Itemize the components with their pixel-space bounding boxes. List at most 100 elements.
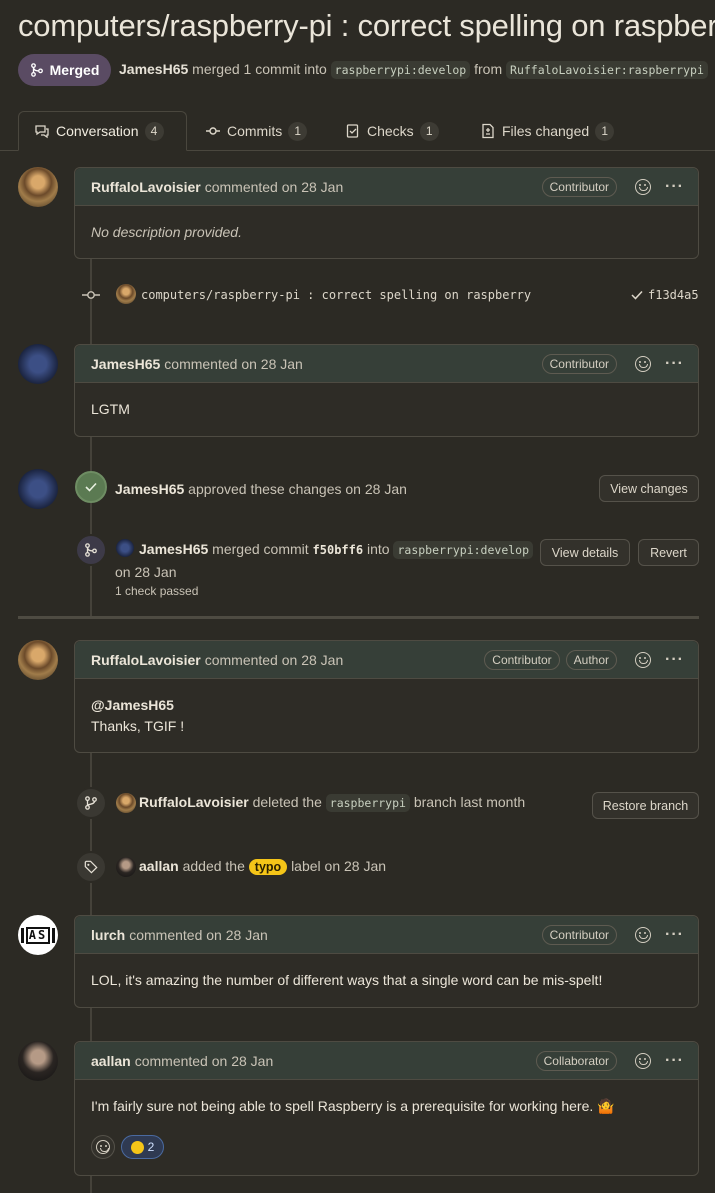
tab-checks[interactable]: Checks 1 xyxy=(333,111,451,151)
avatar[interactable] xyxy=(18,167,58,207)
pr-title: computers/raspberry-pi : correct spellin… xyxy=(18,8,715,43)
comment-body: I'm fairly sure not being able to spell … xyxy=(75,1080,698,1133)
comment-meta[interactable]: commented on 28 Jan xyxy=(135,1053,274,1069)
merge-sha[interactable]: f50bff6 xyxy=(313,543,364,557)
comment-author[interactable]: RuffaloLavoisier xyxy=(91,179,201,195)
typo-label[interactable]: typo xyxy=(248,859,288,875)
avatar-bar xyxy=(52,927,56,943)
comment-header: aallan commented on 28 Jan Collaborator … xyxy=(75,1042,698,1080)
avatar[interactable]: AS xyxy=(18,915,58,955)
avatar[interactable] xyxy=(18,640,58,680)
view-changes-button[interactable]: View changes xyxy=(599,475,699,502)
timeline-line xyxy=(90,258,92,346)
avatar[interactable] xyxy=(18,469,58,509)
checks-icon xyxy=(346,124,359,138)
avatar[interactable] xyxy=(116,284,136,304)
approval-author[interactable]: JamesH65 xyxy=(115,481,184,497)
smiley-icon[interactable] xyxy=(635,652,652,668)
kebab-icon[interactable]: ··· xyxy=(665,178,684,196)
label-author[interactable]: aallan xyxy=(139,858,179,874)
avatar-letters: AS xyxy=(25,926,51,944)
merge-text2: into xyxy=(367,541,390,557)
comment-box: RuffaloLavoisier commented on 28 Jan Con… xyxy=(74,640,699,753)
smiley-icon xyxy=(96,1140,110,1154)
tab-commits[interactable]: Commits 1 xyxy=(193,111,319,151)
merge-author[interactable]: JamesH65 xyxy=(139,541,208,557)
tab-files-changed[interactable]: Files changed 1 xyxy=(468,111,626,151)
checks-passed[interactable]: 1 check passed xyxy=(115,584,198,598)
kebab-icon[interactable]: ··· xyxy=(665,651,684,669)
commits-icon xyxy=(206,127,220,135)
kebab-icon[interactable]: ··· xyxy=(665,926,684,944)
comment-text: LGTM xyxy=(91,401,130,417)
role-badge: Contributor xyxy=(541,354,618,374)
view-details-button[interactable]: View details xyxy=(540,539,630,566)
commit-message[interactable]: computers/raspberry-pi : correct spellin… xyxy=(141,288,531,302)
state-label: Merged xyxy=(49,62,100,78)
revert-button[interactable]: Revert xyxy=(638,539,699,566)
reaction-grin[interactable]: 2 xyxy=(121,1135,164,1159)
avatar-bar xyxy=(20,927,24,943)
tab-commits-label: Commits xyxy=(227,123,283,139)
mention[interactable]: @JamesH65 xyxy=(91,697,174,713)
approved-badge xyxy=(75,471,107,503)
files-icon xyxy=(482,123,494,139)
comment-author[interactable]: lurch xyxy=(91,927,125,943)
label-event: aallan added the typo label on 28 Jan xyxy=(139,858,387,875)
role-badge: Collaborator xyxy=(535,1051,618,1071)
avatar[interactable] xyxy=(116,857,136,877)
approval-event: JamesH65 approved these changes on 28 Ja… xyxy=(115,481,407,497)
comment-body: LGTM xyxy=(75,383,698,436)
tab-conversation-count: 4 xyxy=(144,121,164,141)
comment-header: RuffaloLavoisier commented on 28 Jan Con… xyxy=(75,168,698,206)
avatar[interactable] xyxy=(116,539,134,557)
restore-branch-button[interactable]: Restore branch xyxy=(592,792,699,819)
label-text1: added the xyxy=(182,858,245,874)
avatar[interactable] xyxy=(18,344,58,384)
kebab-icon[interactable]: ··· xyxy=(665,355,684,373)
smiley-icon[interactable] xyxy=(635,1053,652,1069)
merge-event: JamesH65 merged commit f50bff6 into rasp… xyxy=(139,541,534,559)
comment-body: No description provided. xyxy=(75,206,698,259)
add-reaction-button[interactable] xyxy=(91,1135,115,1159)
meta-from: from xyxy=(474,61,503,77)
commit-icon xyxy=(82,291,100,299)
meta-author[interactable]: JamesH65 xyxy=(119,61,188,77)
comment-meta[interactable]: commented on 28 Jan xyxy=(164,356,303,372)
tab-files-count: 1 xyxy=(595,121,615,141)
role-badge: Contributor xyxy=(541,177,618,197)
comment-meta[interactable]: commented on 28 Jan xyxy=(205,179,344,195)
merge-text1: merged commit xyxy=(212,541,309,557)
comment-text: I'm fairly sure not being able to spell … xyxy=(91,1098,615,1114)
label-text2: label on 28 Jan xyxy=(291,858,387,874)
comment-author[interactable]: JamesH65 xyxy=(91,356,160,372)
tab-conversation-label: Conversation xyxy=(56,123,139,139)
branch-author[interactable]: RuffaloLavoisier xyxy=(139,794,249,810)
reaction-count: 2 xyxy=(147,1140,155,1154)
avatar[interactable] xyxy=(116,793,136,813)
comment-author[interactable]: aallan xyxy=(91,1053,131,1069)
comment-meta[interactable]: commented on 28 Jan xyxy=(129,927,268,943)
role-badge: Contributor xyxy=(541,925,618,945)
comment-author[interactable]: RuffaloLavoisier xyxy=(91,652,201,668)
git-merge-icon xyxy=(30,63,43,77)
kebab-icon[interactable]: ··· xyxy=(665,1052,684,1070)
smiley-icon[interactable] xyxy=(635,927,652,943)
git-merge-icon xyxy=(85,543,97,557)
avatar[interactable] xyxy=(18,1041,58,1081)
tab-checks-label: Checks xyxy=(367,123,414,139)
deleted-branch[interactable]: raspberrypi xyxy=(325,794,410,812)
merge-base[interactable]: raspberrypi:develop xyxy=(393,541,534,559)
comment-meta[interactable]: commented on 28 Jan xyxy=(205,652,344,668)
tab-conversation[interactable]: Conversation 4 xyxy=(18,111,187,151)
base-branch[interactable]: raspberrypi:develop xyxy=(330,61,471,79)
commit-sha[interactable]: f13d4a5 xyxy=(648,288,699,302)
smiley-icon[interactable] xyxy=(635,356,652,372)
comment-box: JamesH65 commented on 28 Jan Contributor… xyxy=(74,344,699,437)
head-branch[interactable]: RuffaloLavoisier:raspberrypi xyxy=(506,61,708,79)
grin-icon xyxy=(130,1140,144,1154)
smiley-icon[interactable] xyxy=(635,179,652,195)
timeline-line xyxy=(90,1175,92,1193)
comment-box: lurch commented on 28 Jan Contributor ··… xyxy=(74,915,699,1008)
tab-checks-count: 1 xyxy=(419,121,439,141)
